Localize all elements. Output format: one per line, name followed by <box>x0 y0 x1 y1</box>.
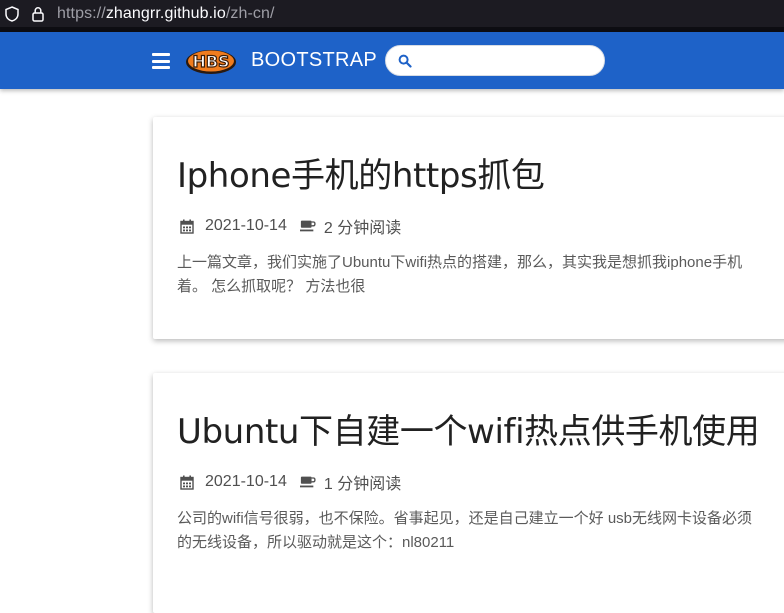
menu-hamburger-icon[interactable] <box>152 53 170 69</box>
post-meta: 2021-10-14 1 分钟阅读 <box>179 470 401 494</box>
post-read-time: 2 分钟阅读 <box>323 220 402 237</box>
coffee-cup-icon <box>299 474 316 490</box>
search-input[interactable] <box>418 50 598 72</box>
lock-icon[interactable] <box>30 6 46 22</box>
post-card[interactable]: Iphone手机的https抓包 2021-10-14 2 分钟阅读 上一篇文章… <box>153 117 784 339</box>
site-logo[interactable]: HBS <box>185 46 237 76</box>
summary-line: 的无线设备，所以驱动就是这个：nl80211 <box>177 534 455 551</box>
coffee-cup-icon <box>299 218 316 234</box>
site-navbar: HBS BOOTSTRAP <box>0 32 784 89</box>
post-date: 2021-10-14 <box>205 217 287 234</box>
summary-line: 着。 怎么抓取呢？ 方法也很 <box>177 278 366 295</box>
calendar-icon <box>179 474 195 490</box>
post-summary: 公司的wifi信号很弱，也不保险。省事起见，还是自己建立一个好 usb无线网卡设… <box>177 507 784 555</box>
post-meta: 2021-10-14 2 分钟阅读 <box>179 214 401 238</box>
logo-lettering: HBS <box>192 52 229 71</box>
calendar-icon <box>179 218 195 234</box>
url-path: /zh-cn/ <box>225 4 275 22</box>
post-date: 2021-10-14 <box>205 473 287 490</box>
post-title[interactable]: Iphone手机的https抓包 <box>177 148 545 197</box>
url-scheme: https:// <box>57 4 106 22</box>
search-box[interactable] <box>385 45 605 76</box>
brand-title[interactable]: BOOTSTRAP <box>251 49 377 72</box>
post-title[interactable]: Ubuntu下自建一个wifi热点供手机使用 <box>177 404 760 453</box>
summary-line: 上一篇文章，我们实施了Ubuntu下wifi热点的搭建，那么，其实我是想抓我ip… <box>177 254 743 271</box>
url-text[interactable]: https://zhangrr.github.io/zh-cn/ <box>57 5 275 23</box>
summary-line: 公司的wifi信号很弱，也不保险。省事起见，还是自己建立一个好 usb无线网卡设… <box>177 510 753 527</box>
url-host: zhangrr.github.io <box>105 4 226 22</box>
shield-icon[interactable] <box>4 5 20 22</box>
browser-url-bar[interactable]: https://zhangrr.github.io/zh-cn/ <box>0 0 784 27</box>
post-read-time: 1 分钟阅读 <box>323 476 402 493</box>
post-card[interactable]: Ubuntu下自建一个wifi热点供手机使用 2021-10-14 1 分钟阅读… <box>153 373 784 613</box>
search-icon <box>398 54 412 68</box>
post-summary: 上一篇文章，我们实施了Ubuntu下wifi热点的搭建，那么，其实我是想抓我ip… <box>177 251 784 299</box>
